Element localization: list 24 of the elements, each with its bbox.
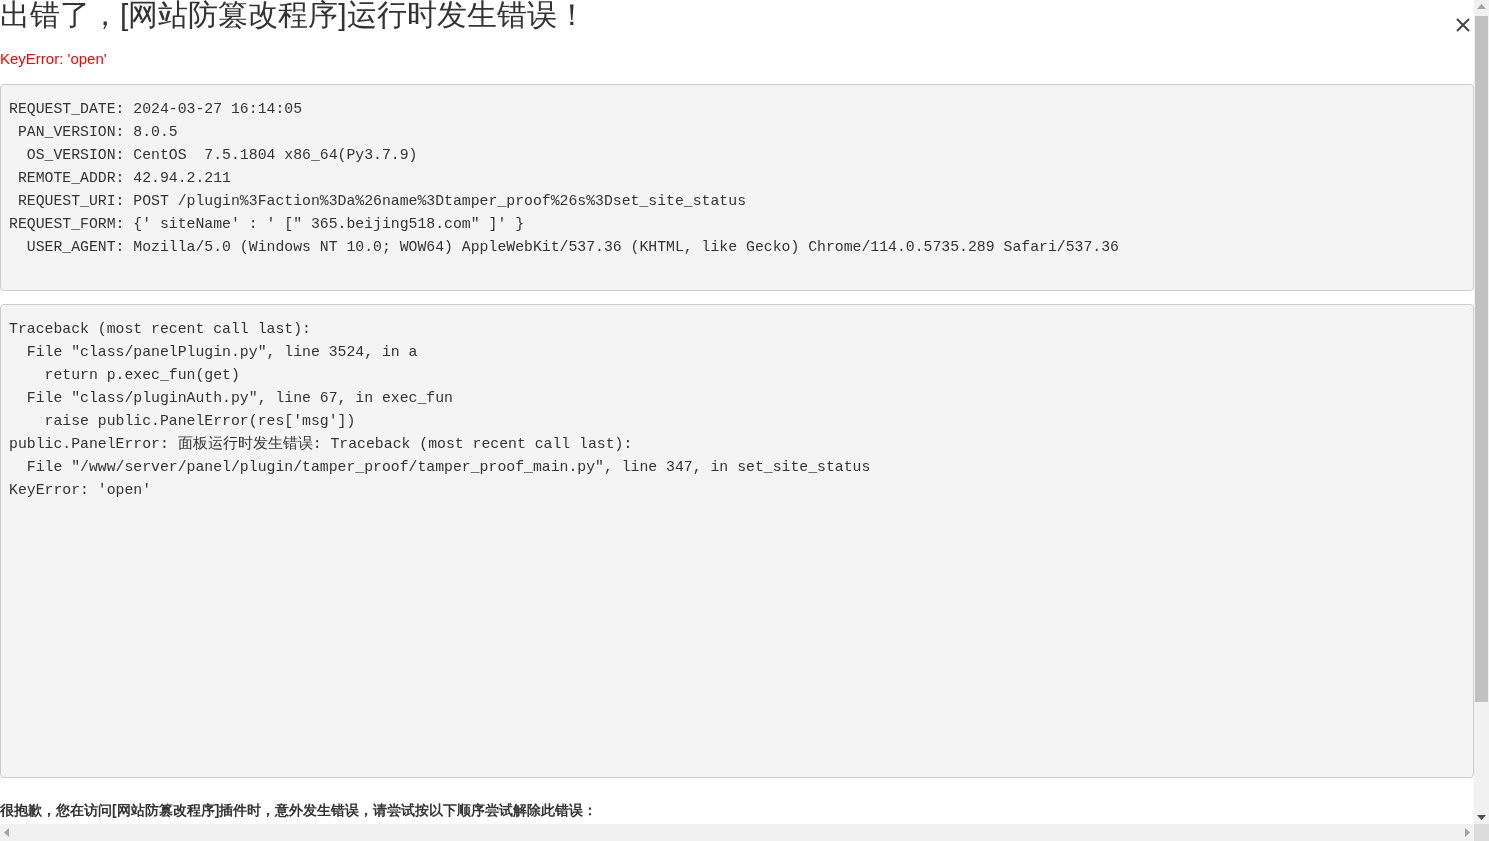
traceback-line: return p.exec_fun(get) [43, 366, 241, 385]
error-title: 出错了，[网站防篡改程序]运行时发生错误！ [0, 0, 587, 33]
traceback-line: raise public.PanelError(res['msg']) [43, 412, 357, 431]
close-icon [1455, 17, 1471, 33]
traceback-line: File "/www/server/panel/plugin/tamper_proof/tamper_proof_main.py", line 347, in set_site_status [25, 458, 872, 477]
apology-text: 很抱歉，您在访问[网站防篡改程序]插件时，意外发生错误，请尝试按以下顺序尝试解除此错误： [0, 802, 599, 820]
traceback-line: public.PanelError: 面板运行时发生错误: Traceback (most recent call last): [9, 434, 634, 454]
traceback-line: File "class/panelPlugin.py", line 3524, in a [25, 343, 419, 362]
scrollbar-corner [1474, 824, 1489, 841]
request-info-line: OS_VERSION: CentOS 7.5.1804 x86_64(Py3.7.9) [25, 146, 419, 165]
traceback-line: KeyError: 'open' [9, 481, 153, 500]
request-info-line: USER_AGENT: Mozilla/5.0 (Windows NT 10.0; WOW64) AppleWebKit/537.36 (KHTML, like Gecko) Chrome/114.0.5735.289 Safari/537.36 [25, 238, 1120, 257]
request-info-line: REQUEST_URI: POST /plugin%3Faction%3Da%26name%3Dtamper_proof%26s%3Dset_site_status [16, 192, 747, 211]
close-button[interactable] [1454, 16, 1472, 34]
traceback-line: File "class/pluginAuth.py", line 67, in exec_fun [25, 389, 454, 408]
traceback-line: Traceback (most recent call last): [9, 320, 312, 339]
scrollbar-thumb[interactable] [1475, 16, 1488, 702]
vertical-scrollbar[interactable] [1474, 0, 1489, 824]
error-message: KeyError: 'open' [0, 49, 108, 69]
request-info-line: REQUEST_FORM: {' siteName' : ' [" 365.beijing518.com" ]' } [9, 215, 525, 234]
request-info-line: PAN_VERSION: 8.0.5 [16, 123, 179, 142]
horizontal-scrollbar[interactable] [0, 824, 1474, 841]
request-info-line: REMOTE_ADDR: 42.94.2.211 [16, 169, 232, 188]
request-info-line: REQUEST_DATE: 2024-03-27 16:14:05 [9, 100, 304, 119]
